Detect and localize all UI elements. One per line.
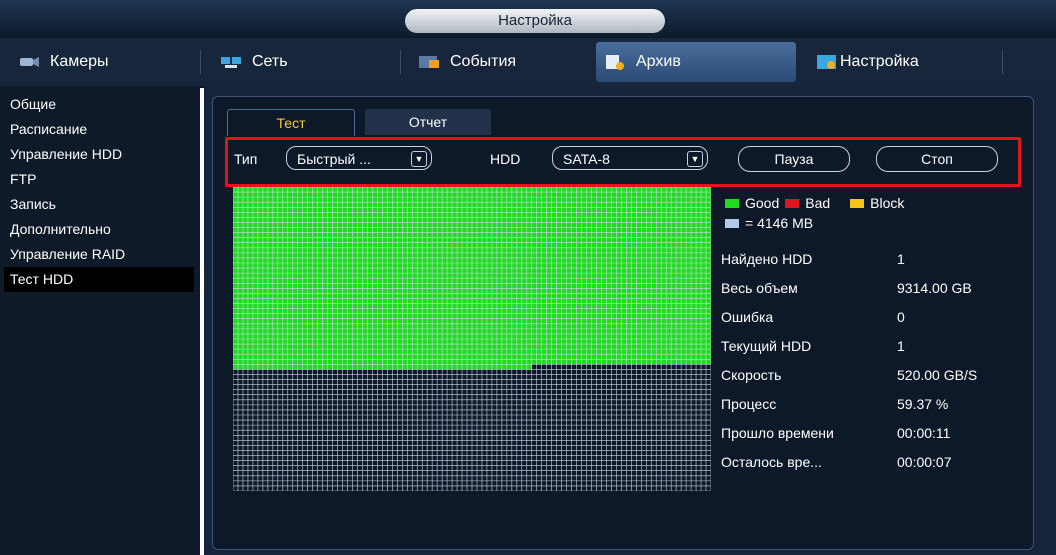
tab-divider [200, 50, 201, 74]
sidebar-item-hdd-test[interactable]: Тест HDD [4, 267, 194, 292]
archive-icon [604, 54, 626, 70]
window-title: Настройка [405, 9, 665, 33]
tab-archive-label: Архив [636, 53, 681, 70]
test-controls: Тип Быстрый ... ▼ HDD SATA-8 ▼ Пауза Сто… [225, 137, 1021, 187]
tab-events-label: События [450, 53, 517, 70]
sidebar-item-ftp[interactable]: FTP [0, 167, 200, 192]
stat-value: 0 [897, 309, 905, 325]
legend-unit: = 4146 MB [745, 215, 814, 231]
settings-icon [816, 54, 838, 70]
stop-button[interactable]: Стоп [876, 146, 998, 172]
tab-test[interactable]: Тест [227, 109, 355, 136]
sidebar-item-hdd-manage[interactable]: Управление HDD [0, 142, 200, 167]
tab-cameras-label: Камеры [50, 53, 109, 70]
stat-label: Найдено HDD [721, 251, 813, 267]
side-menu: Общие Расписание Управление HDD FTP Запи… [0, 86, 200, 555]
stat-value: 00:00:11 [897, 425, 951, 441]
block-swatch [850, 198, 865, 208]
stat-row: Осталось вре... 00:00:07 [721, 450, 1031, 479]
pause-button[interactable]: Пауза [738, 146, 850, 172]
stat-value: 00:00:07 [897, 454, 952, 470]
sidebar-item-advanced[interactable]: Дополнительно [0, 217, 200, 242]
disk-block-grid [233, 187, 711, 491]
stat-label: Прошло времени [721, 425, 834, 441]
legend: Good Bad Block = 4146 MB [725, 193, 1025, 233]
stat-value: 1 [897, 251, 905, 267]
tab-divider [400, 50, 401, 74]
tab-events[interactable]: События [410, 42, 590, 82]
stat-row: Прошло времени 00:00:11 [721, 421, 1031, 450]
block-grid-lines [233, 187, 711, 491]
tab-network[interactable]: Сеть [212, 42, 392, 82]
stat-value: 520.00 GB/S [897, 367, 978, 383]
hdd-select-value: SATA-8 [563, 151, 610, 167]
tab-cameras[interactable]: Камеры [10, 42, 190, 82]
events-icon [418, 54, 440, 70]
stat-value: 59.37 % [897, 396, 949, 412]
stat-row: Скорость 520.00 GB/S [721, 363, 1031, 392]
hdd-test-panel: Тест Отчет Тип Быстрый ... ▼ HDD SATA-8 … [212, 96, 1034, 550]
network-icon [220, 54, 242, 70]
stat-row: Найдено HDD 1 [721, 247, 1031, 276]
title-bar: Настройка [0, 0, 1056, 38]
stat-label: Текущий HDD [721, 338, 812, 354]
legend-good: Good [745, 195, 780, 211]
sidebar-item-record[interactable]: Запись [0, 192, 200, 217]
block-map [233, 187, 711, 491]
sidebar-item-schedule[interactable]: Расписание [0, 117, 200, 142]
type-label: Тип [234, 151, 258, 167]
tab-divider [1002, 50, 1003, 74]
good-swatch [725, 198, 739, 208]
unit-swatch [725, 218, 739, 228]
tab-settings-label: Настройка [840, 53, 919, 70]
main-content: Тест Отчет Тип Быстрый ... ▼ HDD SATA-8 … [204, 86, 1056, 555]
main-tab-bar: Камеры Сеть События Архив Настройка [0, 38, 1056, 88]
hdd-select[interactable]: SATA-8 ▼ [552, 146, 708, 170]
stat-row: Процесс 59.37 % [721, 392, 1031, 421]
hdd-label: HDD [490, 151, 521, 167]
chevron-down-icon: ▼ [411, 151, 427, 167]
stat-label: Скорость [721, 367, 782, 383]
stat-row: Весь объем 9314.00 GB [721, 276, 1031, 305]
bad-swatch [785, 198, 800, 208]
type-select-value: Быстрый ... [297, 151, 371, 167]
stat-row: Текущий HDD 1 [721, 334, 1031, 363]
type-select[interactable]: Быстрый ... ▼ [286, 146, 432, 170]
tab-archive[interactable]: Архив [596, 42, 796, 82]
sidebar-item-general[interactable]: Общие [0, 92, 200, 117]
stat-value: 1 [897, 338, 905, 354]
stat-label: Ошибка [721, 309, 774, 325]
test-stats: Найдено HDD 1 Весь объем 9314.00 GB Ошибка… [721, 247, 1031, 479]
stat-label: Процесс [721, 396, 777, 412]
legend-bad: Bad [805, 195, 831, 211]
stat-row: Ошибка 0 [721, 305, 1031, 334]
sidebar-item-raid[interactable]: Управление RAID [0, 242, 200, 267]
stat-label: Осталось вре... [721, 454, 822, 470]
legend-block: Block [870, 195, 905, 211]
camera-icon [18, 54, 40, 70]
tab-network-label: Сеть [252, 53, 288, 70]
stat-label: Весь объем [721, 280, 798, 296]
chevron-down-icon: ▼ [687, 151, 703, 167]
app-window: Настройка Камеры Сеть События Архив Наст… [0, 0, 1056, 555]
stat-value: 9314.00 GB [897, 280, 972, 296]
tab-settings[interactable]: Настройка [808, 42, 998, 82]
tab-report[interactable]: Отчет [365, 109, 491, 135]
